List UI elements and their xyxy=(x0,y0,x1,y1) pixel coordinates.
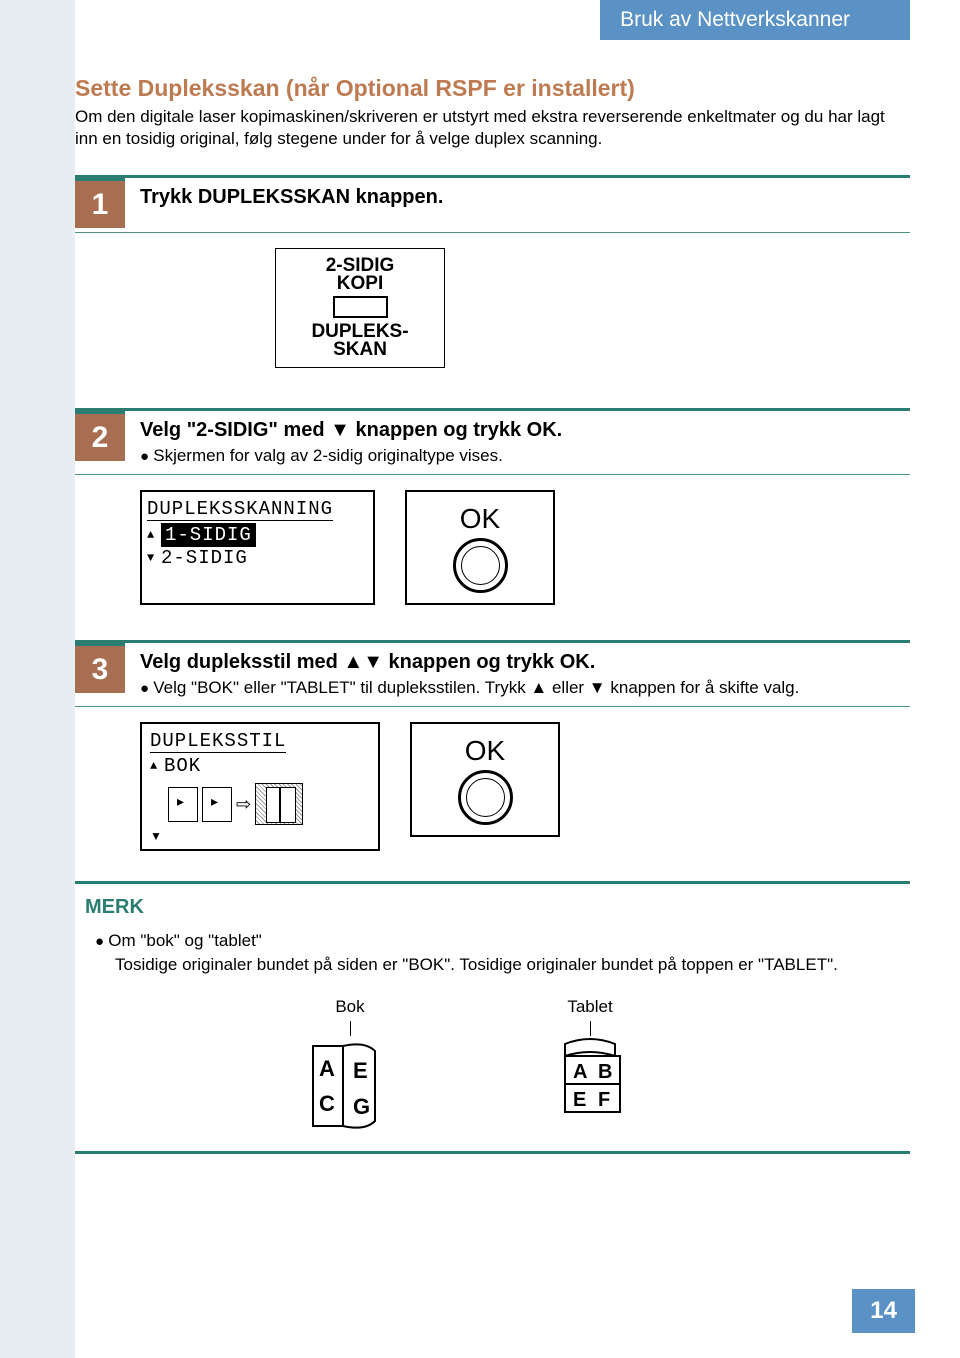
tablet-illustration-icon: A B E F xyxy=(545,1036,635,1126)
page-content: Bruk av Nettverkskanner Sette Dupleksska… xyxy=(75,0,960,1154)
ok-label: OK xyxy=(460,503,500,535)
lcd-line-2sidig: ▼2-SIDIG xyxy=(147,547,368,569)
page-icon-1 xyxy=(168,787,198,822)
step-number-3: 3 xyxy=(75,643,125,693)
tablet-label: Tablet xyxy=(567,997,612,1017)
svg-text:E: E xyxy=(353,1058,368,1083)
button-rect-icon xyxy=(333,296,388,318)
step-3-bullet: Velg "BOK" eller "TABLET" til duplekssti… xyxy=(140,678,910,698)
duplex-button-display: 2-SIDIGKOPI DUPLEKS-SKAN xyxy=(275,248,445,368)
step-3: 3 Velg dupleksstil med ▲▼ knappen og try… xyxy=(75,640,910,851)
ok-button-display-2: OK xyxy=(410,722,560,837)
lcd-title: DUPLEKSSKANNING xyxy=(147,498,333,521)
binding-diagrams: Bok A C E G Tablet A xyxy=(305,997,910,1131)
page-icon-2 xyxy=(202,787,232,822)
note-title: MERK xyxy=(85,896,910,919)
section-title: Sette Dupleksskan (når Optional RSPF er … xyxy=(75,75,910,102)
note-body: Om "bok" og "tablet" Tosidige originaler… xyxy=(95,929,910,977)
page-number: 14 xyxy=(852,1289,915,1333)
ok-label-2: OK xyxy=(465,735,505,767)
svg-text:E: E xyxy=(573,1089,586,1111)
tablet-diagram: Tablet A B E F xyxy=(545,997,635,1131)
lcd-line-bok: ▲BOK xyxy=(150,755,370,777)
duplex-style-icons: ⇨ xyxy=(150,783,370,825)
note-text: Tosidige originaler bundet på siden er "… xyxy=(115,953,910,977)
bok-label: Bok xyxy=(335,997,364,1017)
button-label-dupleks-skan: DUPLEKS-SKAN xyxy=(311,323,408,359)
ok-circle-icon xyxy=(453,538,508,593)
svg-text:G: G xyxy=(353,1094,370,1119)
lcd-line-1sidig: ▲1-SIDIG xyxy=(147,523,368,547)
lcd-style-title: DUPLEKSSTIL xyxy=(150,730,286,753)
intro-paragraph: Om den digitale laser kopimaskinen/skriv… xyxy=(75,106,910,150)
book-result-icon xyxy=(255,783,303,825)
bok-illustration-icon: A C E G xyxy=(305,1036,395,1131)
step-3-title: Velg dupleksstil med ▲▼ knappen og trykk… xyxy=(140,651,910,674)
step-3-displays: DUPLEKSSTIL ▲BOK ⇨ ▼ OK xyxy=(140,722,910,851)
svg-text:B: B xyxy=(598,1061,612,1083)
ok-circle-icon-2 xyxy=(458,770,513,825)
note-section: MERK Om "bok" og "tablet" Tosidige origi… xyxy=(75,881,910,1154)
step-2-displays: DUPLEKSSKANNING ▲1-SIDIG ▼2-SIDIG OK xyxy=(140,490,910,605)
svg-text:A: A xyxy=(319,1056,335,1081)
header-tab: Bruk av Nettverkskanner xyxy=(600,0,910,40)
bok-diagram: Bok A C E G xyxy=(305,997,395,1131)
arrow-icon: ⇨ xyxy=(236,794,251,815)
step-number-2: 2 xyxy=(75,411,125,461)
step-1-title: Trykk DUPLEKSSKAN knappen. xyxy=(140,186,910,209)
lcd-duplex-style: DUPLEKSSTIL ▲BOK ⇨ ▼ xyxy=(140,722,380,851)
ok-button-display: OK xyxy=(405,490,555,605)
step-2: 2 Velg "2-SIDIG" med ▼ knappen og trykk … xyxy=(75,408,910,605)
left-sidebar-column xyxy=(0,0,75,1358)
lcd-duplex-scanning: DUPLEKSSKANNING ▲1-SIDIG ▼2-SIDIG xyxy=(140,490,375,605)
step-number-1: 1 xyxy=(75,178,125,228)
svg-text:A: A xyxy=(573,1061,587,1083)
note-heading: Om "bok" og "tablet" xyxy=(95,929,910,953)
step-1: 1 Trykk DUPLEKSSKAN knappen. 2-SIDIGKOPI… xyxy=(75,175,910,368)
step-2-bullet: Skjermen for valg av 2-sidig originaltyp… xyxy=(140,446,910,466)
header-bar: Bruk av Nettverkskanner xyxy=(75,0,910,40)
svg-text:C: C xyxy=(319,1091,335,1116)
svg-text:F: F xyxy=(598,1089,610,1111)
step-2-title: Velg "2-SIDIG" med ▼ knappen og trykk OK… xyxy=(140,419,910,442)
button-label-2sidig-kopi: 2-SIDIGKOPI xyxy=(326,257,395,293)
